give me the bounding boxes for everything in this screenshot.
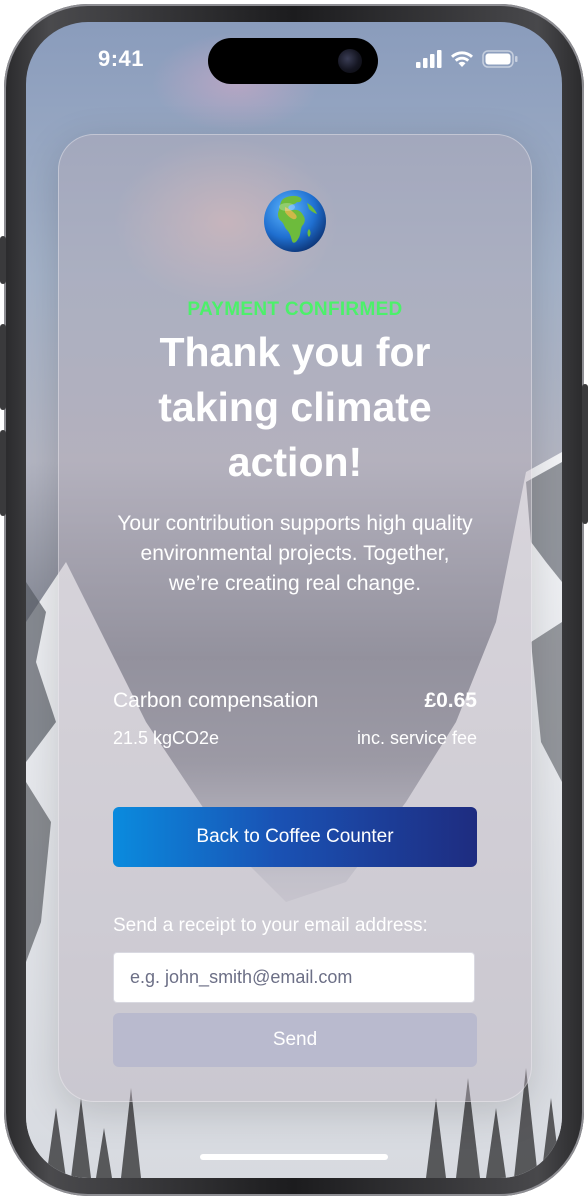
cellular-signal-icon: [416, 50, 442, 68]
receipt-label: Send a receipt to your email address:: [113, 915, 428, 936]
payment-status-label: PAYMENT CONFIRMED: [187, 299, 403, 320]
volume-down-button: [0, 430, 6, 516]
confirmation-card: PAYMENT CONFIRMED Thank you for taking c…: [58, 134, 532, 1102]
summary-label: Carbon compensation: [113, 689, 319, 712]
page-title: Thank you for taking climate action!: [158, 329, 432, 485]
status-bar: 9:41: [26, 22, 562, 98]
summary-detail-row: 21.5 kgCO2e inc. service fee: [113, 728, 477, 749]
summary-row: Carbon compensation £0.65: [113, 689, 477, 713]
power-button: [582, 384, 588, 524]
battery-icon: [482, 50, 518, 68]
service-fee-note: inc. service fee: [356, 728, 477, 748]
volume-up-button: [0, 324, 6, 410]
wifi-icon: [451, 51, 473, 67]
home-indicator[interactable]: [200, 1154, 388, 1160]
front-camera: [338, 49, 362, 73]
status-time: 9:41: [98, 46, 145, 71]
email-field[interactable]: [113, 952, 475, 1003]
emissions-value: 21.5 kgCO2e: [113, 728, 220, 748]
thank-you-message: Your contribution supports high quality …: [117, 512, 473, 595]
dynamic-island: [208, 38, 378, 84]
phone-screen: 9:41 PAYMENT CONFIRMED Thank you for tak…: [26, 22, 562, 1178]
back-to-coffee-counter-button[interactable]: Back to Coffee Counter: [113, 807, 477, 867]
action-button: [0, 236, 6, 284]
send-receipt-button[interactable]: Send: [113, 1013, 477, 1067]
summary-amount: £0.65: [424, 689, 477, 712]
status-icons: [416, 50, 518, 68]
globe-europe-africa-icon: [264, 190, 326, 252]
